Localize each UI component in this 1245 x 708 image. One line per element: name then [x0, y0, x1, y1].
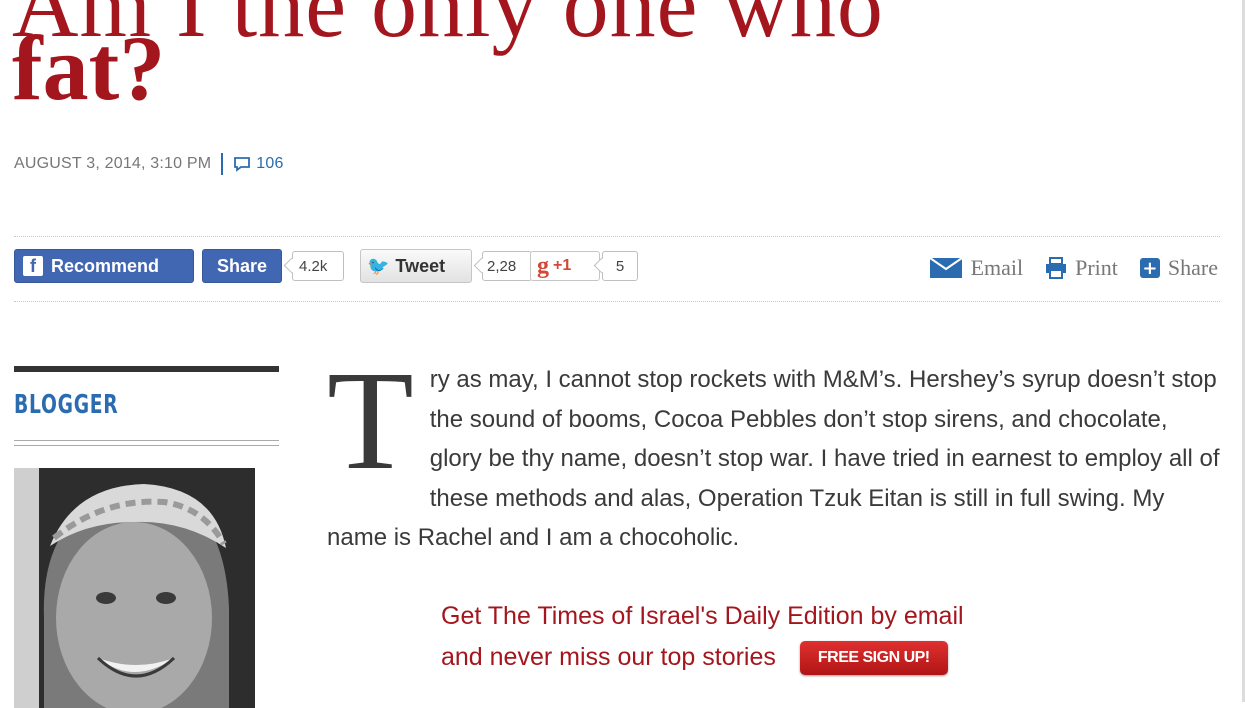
newsletter-promo: Get The Times of Israel's Daily Edition …: [441, 596, 964, 678]
tweet-label: Tweet: [395, 255, 446, 276]
article-paragraph: ry as may, I cannot stop rockets with M&…: [327, 366, 1220, 551]
facebook-share-label: Share: [216, 255, 268, 276]
print-icon: [1046, 257, 1067, 279]
sidebar-heading: BLOGGER: [14, 390, 119, 420]
share-plus-icon: +: [1139, 258, 1160, 279]
print-button[interactable]: Print: [1045, 255, 1118, 281]
article-meta: AUGUST 3, 2014, 3:10 PM 106: [14, 152, 284, 176]
facebook-share-button[interactable]: Share: [202, 249, 282, 283]
gplus-icon: g: [537, 252, 549, 279]
comment-icon: [234, 157, 251, 172]
gplus-label: +1: [553, 257, 572, 274]
gplus-count: 5: [602, 251, 638, 281]
twitter-icon: 🐦: [367, 255, 390, 276]
email-label: Email: [970, 255, 1024, 280]
share-label: Share: [1167, 255, 1218, 280]
tweet-button[interactable]: 🐦 Tweet: [360, 249, 472, 283]
email-button[interactable]: Email: [928, 255, 1024, 281]
facebook-icon: f: [23, 256, 43, 276]
drop-cap: T: [327, 341, 414, 499]
sidebar-bottom-rule: [14, 440, 279, 446]
sidebar-top-rule: [14, 366, 279, 372]
promo-line-1: Get The Times of Israel's Daily Edition …: [441, 602, 964, 630]
gplus-button[interactable]: g +1: [530, 251, 600, 281]
blogger-portrait: [43, 484, 230, 708]
promo-line-2: and never miss our top stories: [441, 643, 776, 671]
article-body: T ry as may, I cannot stop rockets with …: [327, 341, 1222, 558]
facebook-recommend-button[interactable]: f Recommend: [14, 249, 194, 283]
article-date: AUGUST 3, 2014, 3:10 PM: [14, 155, 212, 172]
meta-separator: [221, 153, 224, 175]
share-bar: f Recommend Share 4.2k 🐦 Tweet 2,28 g +1…: [14, 236, 1220, 302]
print-label: Print: [1075, 255, 1118, 280]
blogger-photo[interactable]: [14, 468, 255, 708]
article-title: fat?: [12, 17, 166, 119]
comments-link[interactable]: 106: [233, 155, 283, 173]
article-tools: Email Print + Share: [928, 255, 1218, 281]
facebook-count: 4.2k: [292, 251, 344, 281]
blogger-sidebar: BLOGGER: [14, 366, 279, 708]
tweet-count: 2,28: [482, 251, 532, 281]
promo-line-2-row: and never miss our top stories FREE SIGN …: [441, 637, 964, 678]
free-signup-button[interactable]: FREE SIGN UP!: [799, 641, 948, 676]
share-button[interactable]: + Share: [1139, 255, 1218, 281]
facebook-recommend-label: Recommend: [51, 255, 160, 276]
comment-count: 106: [256, 155, 284, 172]
email-icon: [928, 257, 963, 278]
